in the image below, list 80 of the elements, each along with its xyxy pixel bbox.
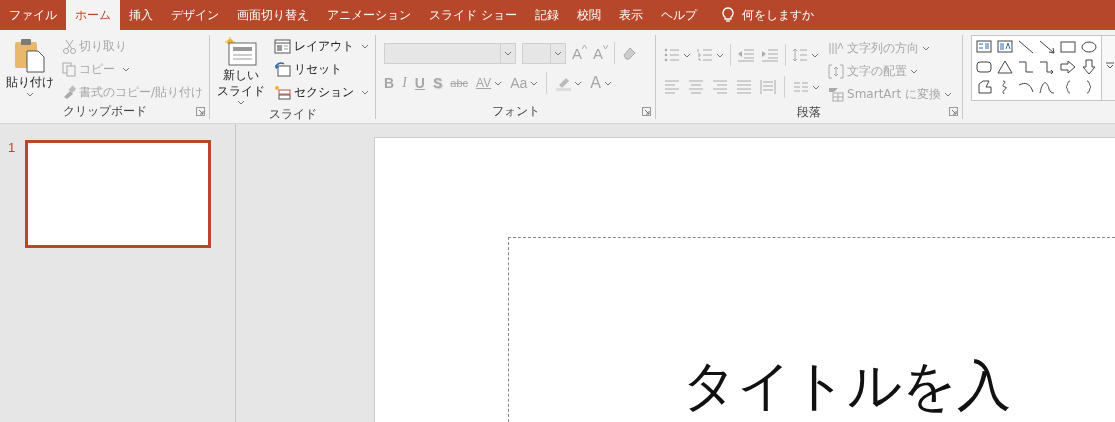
arrow-icon[interactable] bbox=[1039, 39, 1055, 55]
slide-number: 1 bbox=[8, 140, 16, 155]
caret-icon bbox=[683, 52, 692, 58]
caret-icon bbox=[603, 44, 609, 49]
down-arrow-icon[interactable] bbox=[1081, 59, 1097, 75]
section-icon bbox=[274, 84, 292, 100]
curve-icon[interactable] bbox=[1039, 79, 1055, 95]
paste-button[interactable]: 貼り付け bbox=[4, 35, 56, 103]
freeform-icon[interactable] bbox=[976, 79, 992, 95]
triangle-icon[interactable] bbox=[997, 59, 1013, 75]
caret-icon bbox=[530, 80, 539, 86]
tell-me-search[interactable]: 何をしますか bbox=[705, 0, 826, 30]
new-slide-button[interactable]: 新しい スライド bbox=[214, 35, 269, 107]
group-label: クリップボード bbox=[62, 104, 147, 118]
slide-thumbnail[interactable] bbox=[25, 140, 212, 248]
caret-icon bbox=[122, 66, 130, 72]
elbow-connector-icon[interactable] bbox=[1018, 59, 1034, 75]
section-button[interactable]: セクション bbox=[272, 81, 372, 103]
title-text: タイトルを入 bbox=[682, 354, 1011, 417]
align-text-icon bbox=[828, 63, 845, 79]
caret-icon bbox=[910, 68, 919, 74]
bullet-list-icon bbox=[664, 48, 681, 62]
caret-icon bbox=[944, 91, 952, 97]
ribbon-tab[interactable]: 挿入 bbox=[120, 0, 162, 30]
line-icon[interactable] bbox=[1018, 39, 1034, 55]
caret-icon bbox=[237, 100, 246, 105]
caret-icon bbox=[811, 52, 820, 58]
title-placeholder[interactable]: タイトルを入 bbox=[508, 237, 1115, 422]
ribbon-tab[interactable]: 記録 bbox=[525, 0, 568, 30]
columns-icon bbox=[793, 81, 810, 93]
ribbon-tab[interactable]: 校閲 bbox=[567, 0, 610, 30]
ribbon-tab[interactable]: ファイル bbox=[0, 0, 66, 30]
dialog-launcher-icon[interactable] bbox=[642, 107, 652, 116]
caret-icon bbox=[582, 44, 588, 49]
group-label: フォント bbox=[491, 104, 540, 118]
layout-button[interactable]: レイアウト bbox=[272, 35, 372, 57]
caret-icon bbox=[604, 80, 612, 86]
caret-icon bbox=[812, 84, 821, 90]
ribbon-tab[interactable]: 画面切り替え bbox=[228, 0, 318, 30]
ribbon-tab[interactable]: 表示 bbox=[609, 0, 652, 30]
smartart-icon bbox=[828, 86, 845, 102]
new-slide-icon bbox=[225, 37, 258, 67]
ribbon-tab[interactable]: デザイン bbox=[162, 0, 228, 30]
caret-icon bbox=[494, 80, 503, 86]
layout-icon bbox=[274, 38, 292, 54]
highlighter-icon bbox=[555, 75, 572, 91]
ribbon-tab[interactable]: ホーム bbox=[66, 0, 120, 30]
group-label: 段落 bbox=[797, 105, 822, 119]
reset-button[interactable]: リセット bbox=[272, 58, 372, 80]
reset-icon bbox=[274, 61, 292, 77]
clipboard-icon bbox=[14, 37, 46, 73]
lightbulb-icon bbox=[721, 7, 734, 23]
rounded-rectangle-icon[interactable] bbox=[976, 59, 992, 75]
ribbon-tab[interactable]: ヘルプ bbox=[651, 0, 706, 30]
ribbon-tab[interactable]: スライド ショー bbox=[420, 0, 526, 30]
more-icon bbox=[1105, 62, 1114, 69]
caret-icon bbox=[554, 50, 563, 56]
right-arrow-icon[interactable] bbox=[1060, 59, 1076, 75]
gallery-more-button[interactable] bbox=[1102, 35, 1115, 101]
rectangle-icon[interactable] bbox=[1060, 39, 1076, 55]
group-label: スライド bbox=[268, 107, 317, 121]
caret-icon bbox=[504, 50, 513, 56]
copy-icon bbox=[62, 61, 76, 77]
caret-icon bbox=[716, 52, 725, 58]
dialog-launcher-icon[interactable] bbox=[196, 107, 206, 116]
line-spacing-icon bbox=[792, 48, 809, 62]
numbered-list-icon bbox=[697, 48, 714, 62]
elbow-arrow-icon[interactable] bbox=[1039, 59, 1055, 75]
text-direction-icon bbox=[828, 40, 845, 56]
caret-icon bbox=[922, 45, 931, 51]
paintbrush-icon bbox=[62, 84, 76, 100]
caret-icon bbox=[574, 80, 583, 86]
caret-icon bbox=[361, 43, 370, 49]
caret-icon bbox=[26, 92, 34, 97]
scissors-icon bbox=[62, 38, 76, 54]
ribbon-tab[interactable]: アニメーション bbox=[318, 0, 420, 30]
caret-icon bbox=[361, 89, 370, 95]
oval-icon[interactable] bbox=[1081, 39, 1097, 55]
dialog-launcher-icon[interactable] bbox=[949, 107, 958, 116]
vertical-text-box-icon[interactable] bbox=[997, 39, 1013, 55]
